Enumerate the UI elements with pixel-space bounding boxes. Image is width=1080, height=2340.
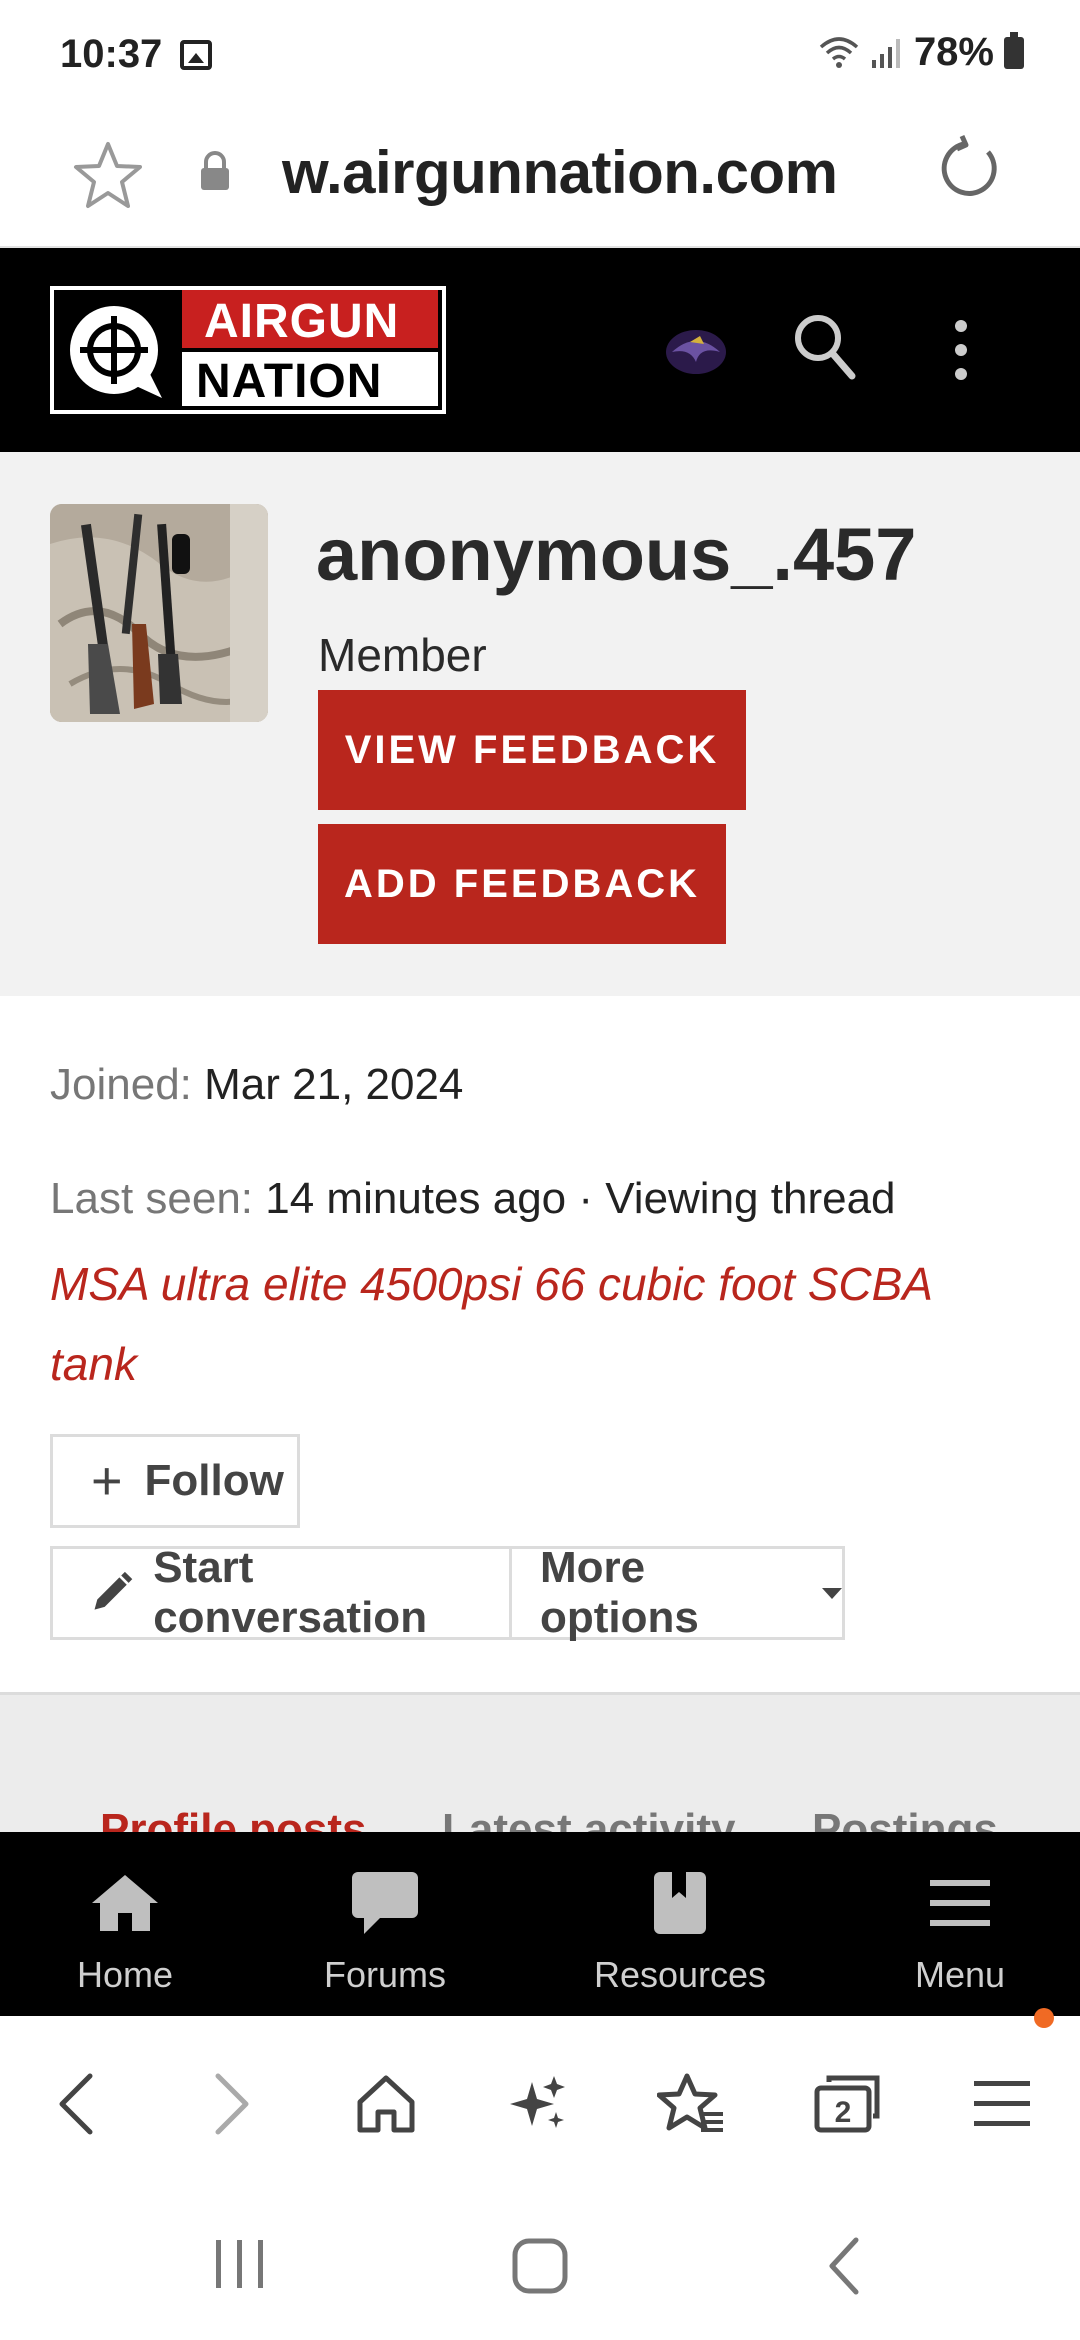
nav-menu-label: Menu [914, 1954, 1006, 1995]
ai-sparkle-button[interactable] [498, 2064, 578, 2144]
battery-percent: 78% [913, 30, 994, 74]
profile-username: anonymous_.457 [316, 513, 917, 596]
home-icon [92, 1875, 158, 1931]
more-vertical-icon[interactable] [946, 318, 976, 382]
pencil-icon [94, 1571, 133, 1610]
site-bottom-nav: Home Forums Resources Menu [0, 1832, 1080, 2016]
viewing-thread-link[interactable]: MSA ultra elite 4500psi 66 cubic foot SC… [50, 1244, 1030, 1404]
last-seen-label: Last seen: [50, 1174, 254, 1223]
follow-button[interactable]: + Follow [50, 1434, 300, 1528]
browser-toolbar: 2 [0, 2016, 1080, 2186]
lock-icon[interactable] [198, 150, 232, 194]
nav-home[interactable]: Home [10, 1832, 240, 2016]
nav-resources-label: Resources [593, 1954, 767, 1995]
system-back-icon[interactable] [824, 2236, 864, 2296]
profile-info: Joined: Mar 21, 2024 Last seen: 14 minut… [0, 996, 1080, 1696]
nav-resources[interactable]: Resources [565, 1832, 795, 2016]
wifi-icon [819, 36, 859, 68]
status-right: 78% [818, 30, 1024, 75]
image-notification-icon [180, 40, 212, 70]
profile-avatar[interactable] [50, 504, 268, 722]
browser-url-bar: w.airgunnation.com [0, 110, 1080, 248]
bookmarks-button[interactable] [652, 2064, 732, 2144]
plus-icon: + [91, 1451, 123, 1511]
crosshair-logo-icon [70, 306, 162, 398]
nav-forums-label: Forums [323, 1954, 446, 1995]
joined-label: Joined: [50, 1060, 192, 1109]
browser-menu-button[interactable] [962, 2064, 1042, 2144]
sparkle-icon [510, 2076, 565, 2128]
add-feedback-button[interactable]: ADD FEEDBACK [318, 824, 726, 944]
browser-home-button[interactable] [346, 2064, 426, 2144]
book-icon [654, 1872, 706, 1934]
system-home-icon[interactable] [510, 2236, 570, 2296]
status-bar: 10:37 78% [0, 0, 1080, 110]
profile-user-title: Member [318, 629, 487, 681]
tab-count: 2 [835, 2096, 852, 2129]
search-icon[interactable] [790, 310, 860, 384]
last-seen-value: 14 minutes ago · Viewing thread [265, 1174, 896, 1223]
url-text[interactable]: w.airgunnation.com [282, 138, 838, 207]
profile-header: anonymous_.457 Member VIEW FEEDBACK ADD … [0, 452, 1080, 996]
chat-bubble-icon [352, 1872, 418, 1934]
system-nav-bar [0, 2186, 1080, 2340]
caret-down-icon [822, 1587, 842, 1599]
logo-text-airgun: AIRGUN [204, 295, 400, 348]
tabs-button[interactable]: 2 [808, 2064, 888, 2144]
back-button[interactable] [36, 2064, 116, 2144]
nav-menu[interactable]: Menu [845, 1832, 1075, 2016]
view-feedback-button[interactable]: VIEW FEEDBACK [318, 690, 746, 810]
tab-latest-activity[interactable]: Latest activity [442, 1805, 735, 1832]
hamburger-menu-icon [930, 1880, 990, 1926]
tabs-icon: 2 [814, 2075, 880, 2133]
tab-postings[interactable]: Postings [812, 1805, 998, 1832]
recent-apps-icon[interactable] [212, 2236, 268, 2292]
home-outline-icon [357, 2075, 415, 2133]
follow-label: Follow [144, 1456, 284, 1505]
profile-tabs: Profile posts Latest activity Postings [0, 1692, 1080, 1832]
tab-profile-posts[interactable]: Profile posts [100, 1805, 367, 1832]
logo-text-nation: NATION [196, 355, 383, 408]
menu-notification-dot [1034, 2008, 1054, 2028]
avatar-photo [50, 504, 268, 722]
nav-home-label: Home [76, 1954, 174, 1995]
more-options-button[interactable]: More options [509, 1543, 845, 1642]
battery-icon [1004, 31, 1024, 69]
hamburger-icon [974, 2081, 1030, 2126]
forward-button[interactable] [192, 2064, 272, 2144]
bookmark-star-icon[interactable] [70, 138, 146, 214]
site-header: AIRGUN NATION [0, 248, 1080, 452]
chevron-left-icon [59, 2073, 93, 2135]
more-options-label: More options [540, 1543, 699, 1642]
star-list-icon [657, 2073, 723, 2132]
signal-icon [871, 38, 900, 68]
joined-value: Mar 21, 2024 [204, 1060, 464, 1109]
user-avatar-icon[interactable] [660, 322, 732, 378]
last-seen-row: Last seen: 14 minutes ago · Viewing thre… [50, 1174, 896, 1224]
nav-forums[interactable]: Forums [270, 1832, 500, 2016]
status-time: 10:37 [60, 32, 163, 76]
joined-row: Joined: Mar 21, 2024 [50, 1060, 463, 1110]
start-conversation-label: Start conversation [153, 1543, 428, 1642]
site-logo[interactable]: AIRGUN NATION [50, 286, 446, 414]
reload-icon[interactable] [936, 132, 1006, 202]
start-conversation-button[interactable]: Start conversation [50, 1543, 512, 1642]
chevron-right-icon [215, 2073, 249, 2135]
